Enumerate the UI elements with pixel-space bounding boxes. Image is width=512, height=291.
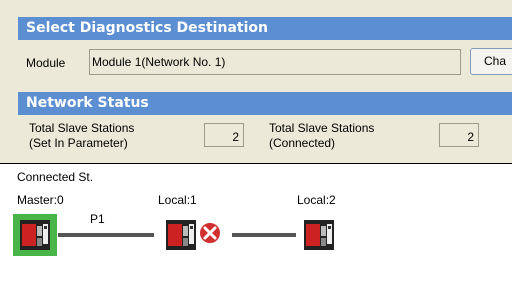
error-icon — [198, 221, 222, 245]
total-connected-value: 2 — [439, 123, 479, 147]
port-label: P1 — [90, 212, 105, 226]
plc-station-icon[interactable] — [304, 220, 334, 250]
diagnostics-panel: Select Diagnostics Destination Module Mo… — [0, 0, 512, 163]
network-link — [58, 233, 154, 237]
network-link — [232, 233, 296, 237]
station-label-master: Master:0 — [17, 193, 64, 207]
plc-station-icon[interactable] — [20, 220, 50, 250]
module-label: Module — [26, 56, 66, 70]
total-connected-label: Total Slave Stations (Connected) — [269, 121, 374, 151]
total-in-parameter-label-line2: (Set In Parameter) — [29, 136, 128, 150]
total-connected-label-line2: (Connected) — [269, 136, 336, 150]
total-in-parameter-label: Total Slave Stations (Set In Parameter) — [29, 121, 134, 151]
connected-stations-label: Connected St. — [17, 170, 94, 184]
total-in-parameter-label-line1: Total Slave Stations — [29, 121, 135, 135]
plc-station-icon[interactable] — [166, 220, 196, 250]
station-label-local2: Local:2 — [297, 193, 336, 207]
total-connected-label-line1: Total Slave Stations — [269, 121, 375, 135]
network-status-header: Network Status — [18, 92, 512, 115]
module-field: Module 1(Network No. 1) — [89, 49, 461, 75]
change-button[interactable]: Cha — [470, 48, 512, 75]
select-destination-header: Select Diagnostics Destination — [18, 17, 512, 40]
total-in-parameter-value: 2 — [204, 123, 244, 147]
station-label-local1: Local:1 — [158, 193, 197, 207]
